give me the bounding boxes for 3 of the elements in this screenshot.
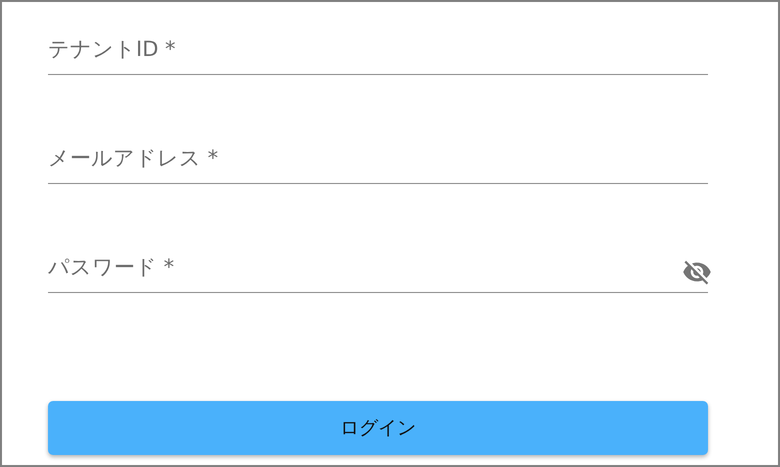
input-field[interactable]: テナントID * bbox=[48, 24, 708, 75]
input-field[interactable]: メールアドレス * bbox=[48, 133, 708, 184]
login-button[interactable]: ログイン bbox=[48, 401, 708, 455]
